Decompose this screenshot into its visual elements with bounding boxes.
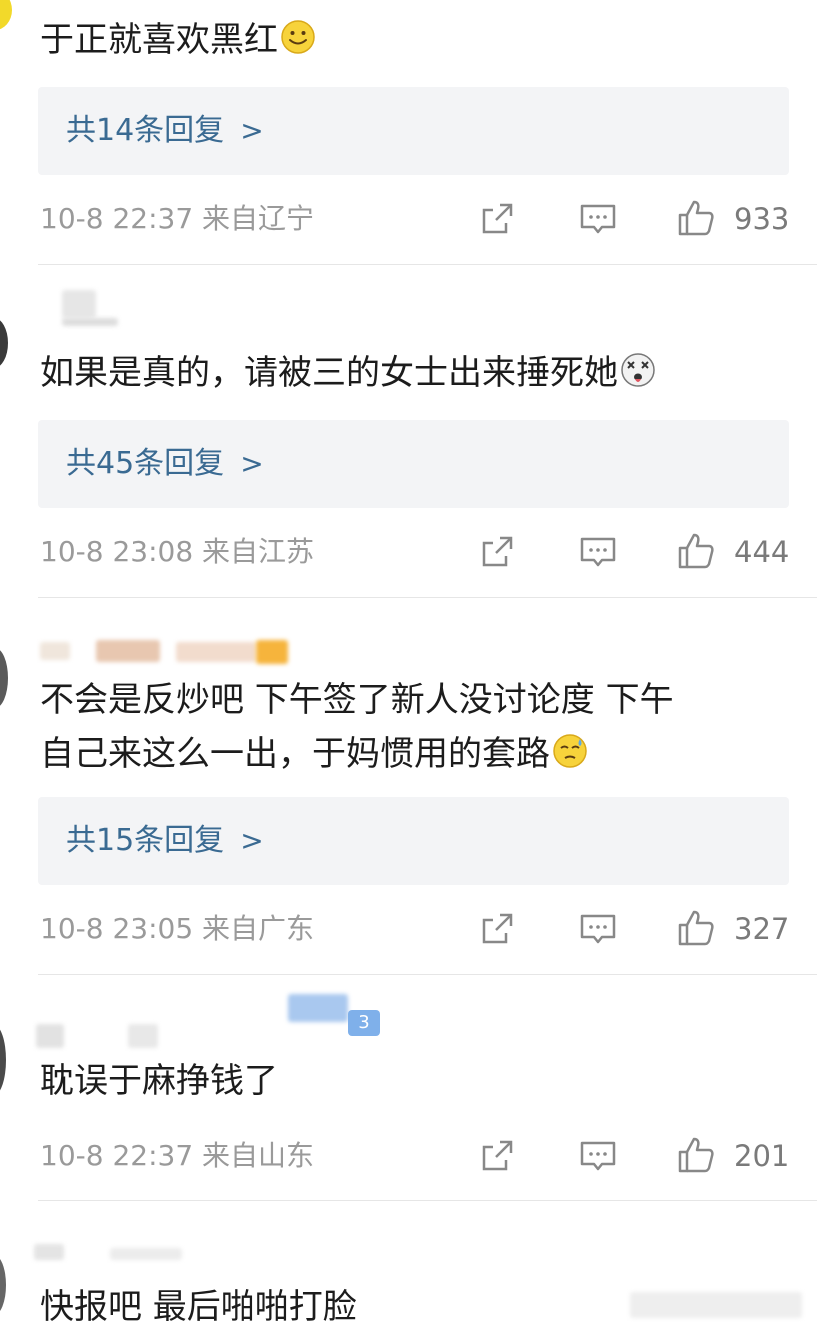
blurred-username <box>110 1248 182 1260</box>
blurred-username <box>62 290 96 318</box>
comment-text: 快报吧 最后啪啪打脸 <box>40 1287 357 1327</box>
comment-meta: 10-8 23:05 来自广东 <box>40 909 314 949</box>
view-replies-button[interactable]: 共14条回复 > <box>38 87 789 175</box>
replies-count: 共15条回复 <box>66 823 225 858</box>
blurred-username <box>62 318 118 326</box>
comment-location: 来自辽宁 <box>202 202 315 235</box>
avatar[interactable] <box>0 648 8 708</box>
share-icon[interactable] <box>478 199 518 239</box>
comment-meta: 10-8 23:08 来自江苏 <box>40 532 314 572</box>
comment-date: 10-8 22:37 <box>40 202 194 235</box>
comment-location: 来自山东 <box>202 1139 315 1172</box>
comment-text: 自己来这么一出，于妈惯用的套路 <box>40 725 588 783</box>
share-icon[interactable] <box>478 1136 518 1176</box>
comment-date: 10-8 23:05 <box>40 912 194 945</box>
comment-meta: 10-8 22:37 来自辽宁 <box>40 199 314 239</box>
divider <box>38 974 817 975</box>
dizzy-face-emoji <box>621 353 655 387</box>
like-count: 444 <box>734 535 790 569</box>
comment-icon[interactable] <box>578 909 618 949</box>
comment-location: 来自江苏 <box>202 535 315 568</box>
share-icon[interactable] <box>478 532 518 572</box>
blurred-username <box>40 642 70 660</box>
blurred-badge <box>256 640 288 664</box>
level-badge: 3 <box>348 1010 380 1036</box>
avatar[interactable] <box>0 1255 6 1315</box>
sweat-face-emoji <box>553 734 587 768</box>
thumbs-up-icon[interactable] <box>676 1135 716 1175</box>
blurred-username <box>96 640 160 662</box>
share-icon[interactable] <box>478 909 518 949</box>
chevron-right-icon: > <box>240 824 264 857</box>
replies-count: 共45条回复 <box>66 446 225 481</box>
comment-icon[interactable] <box>578 1136 618 1176</box>
replies-count: 共14条回复 <box>66 113 225 148</box>
blurred-username <box>128 1024 158 1048</box>
like-count: 327 <box>734 912 790 946</box>
thumbs-up-icon[interactable] <box>676 198 716 238</box>
comment-date: 10-8 23:08 <box>40 535 194 568</box>
comment-text: 如果是真的，请被三的女士出来捶死她 <box>40 344 656 402</box>
view-replies-button[interactable]: 共45条回复 > <box>38 420 789 508</box>
divider <box>38 1200 817 1201</box>
chevron-right-icon: > <box>240 447 264 480</box>
blurred-username <box>176 642 256 662</box>
blurred-username <box>36 1024 64 1048</box>
comment-meta: 10-8 22:37 来自山东 <box>40 1136 314 1176</box>
comment-icon[interactable] <box>578 199 618 239</box>
comment-text: 耽误于麻挣钱了 <box>40 1061 278 1101</box>
watermark <box>630 1292 802 1318</box>
divider <box>38 264 817 265</box>
thumbs-up-icon[interactable] <box>676 908 716 948</box>
comment-location: 来自广东 <box>202 912 315 945</box>
avatar[interactable] <box>0 0 12 30</box>
avatar[interactable] <box>0 1025 6 1095</box>
like-count: 933 <box>734 202 790 236</box>
smile-emoji <box>281 20 315 54</box>
divider <box>38 597 817 598</box>
chevron-right-icon: > <box>240 114 264 147</box>
comment-icon[interactable] <box>578 532 618 572</box>
comment-text: 于正就喜欢黑红 <box>40 11 316 69</box>
blurred-username <box>288 994 348 1022</box>
like-count: 201 <box>734 1139 790 1173</box>
comment-date: 10-8 22:37 <box>40 1139 194 1172</box>
thumbs-up-icon[interactable] <box>676 531 716 571</box>
avatar[interactable] <box>0 318 8 368</box>
view-replies-button[interactable]: 共15条回复 > <box>38 797 789 885</box>
comment-text: 不会是反炒吧 下午签了新人没讨论度 下午 <box>40 680 674 720</box>
blurred-username <box>34 1244 64 1260</box>
